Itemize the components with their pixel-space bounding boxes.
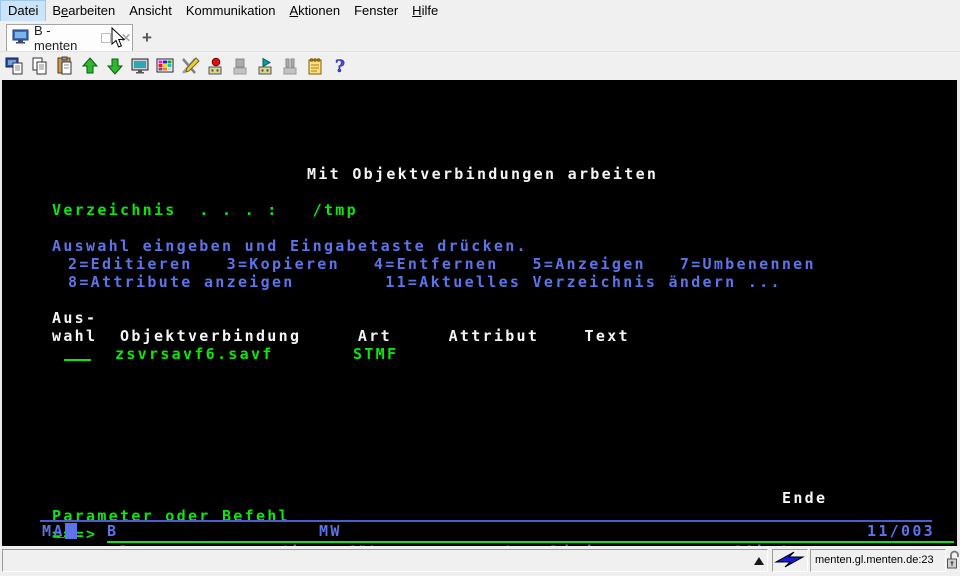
screen-title: Mit Objektverbindungen arbeiten: [307, 166, 658, 182]
display-session-icon: [130, 56, 150, 76]
emulator-window: Datei Bearbeiten Ansicht Kommunikation A…: [0, 0, 960, 576]
keyboard-mapping-button[interactable]: [177, 54, 202, 78]
statusbar: menten.gl.menten.de:23: [0, 546, 960, 576]
host-address-panel: menten.gl.menten.de:23: [810, 549, 946, 572]
connection-status-panel: [772, 549, 808, 572]
paste-button[interactable]: [52, 54, 77, 78]
oia-system-indicator: MA: [42, 523, 65, 539]
stop-macro-icon: [230, 56, 250, 76]
new-tab-button[interactable]: +: [136, 27, 158, 49]
tabbar: B - menten ✕ +: [0, 21, 960, 51]
color-mapping-icon: [155, 56, 175, 76]
mouse-cursor: [111, 27, 126, 54]
stop-macro-button[interactable]: [227, 54, 252, 78]
display-session-button[interactable]: [127, 54, 152, 78]
instruction-line: Auswahl eingeben und Eingabetaste drücke…: [52, 238, 528, 254]
copy-button[interactable]: [27, 54, 52, 78]
svg-text:?: ?: [335, 57, 345, 76]
record-macro-icon: [205, 56, 225, 76]
directory-line: Verzeichnis . . . : /tmp: [52, 202, 358, 218]
menu-hilfe[interactable]: Hilfe: [405, 1, 445, 21]
terminal-screen[interactable]: Mit Objektverbindungen arbeiten Verzeich…: [0, 80, 960, 546]
copy-screen-button[interactable]: [2, 54, 27, 78]
session-monitor-icon: [12, 29, 29, 47]
paste-icon: [55, 56, 75, 76]
options-line-2: 8=Attribute anzeigen 11=Aktuelles Verzei…: [68, 274, 782, 290]
host-address: menten.gl.menten.de:23: [815, 554, 934, 566]
copy-icon: [30, 56, 50, 76]
message-expand-triangle[interactable]: [754, 557, 764, 565]
scratch-pad-button[interactable]: [302, 54, 327, 78]
selection-input[interactable]: [64, 359, 91, 361]
menu-datei[interactable]: Datei: [1, 1, 45, 21]
receive-file-button[interactable]: [102, 54, 127, 78]
object-link-row: zsvrsavf6.savf STMF: [115, 346, 398, 362]
record-macro-button[interactable]: [202, 54, 227, 78]
security-unlocked-icon[interactable]: [946, 549, 960, 576]
help-icon: ?: [330, 56, 350, 76]
oia-session-id: B: [107, 523, 118, 539]
play-macro-icon: [255, 56, 275, 76]
session-tab-label: B - menten: [34, 23, 92, 53]
options-line-1: 2=Editieren 3=Kopieren 4=Entfernen 5=Anz…: [68, 256, 816, 272]
menu-kommunikation[interactable]: Kommunikation: [179, 1, 283, 21]
receive-file-icon: [105, 56, 125, 76]
menu-aktionen[interactable]: Aktionen: [283, 1, 348, 21]
menubar: Datei Bearbeiten Ansicht Kommunikation A…: [0, 0, 960, 21]
play-macro-button[interactable]: [252, 54, 277, 78]
connection-icon: [774, 551, 806, 570]
oia-separator: [40, 520, 932, 522]
keyboard-mapping-icon: [180, 56, 200, 76]
column-header-1: Aus-: [52, 310, 97, 326]
oia-message-wait: MW: [319, 523, 342, 539]
send-file-button[interactable]: [77, 54, 102, 78]
pause-macro-icon: [280, 56, 300, 76]
column-header-2: wahl Objektverbindung Art Attribut Text: [52, 328, 630, 344]
menu-bearbeiten[interactable]: Bearbeiten: [45, 1, 122, 21]
scratch-pad-icon: [305, 56, 325, 76]
copy-screen-icon: [5, 56, 25, 76]
toolbar: ?: [0, 51, 960, 80]
help-button[interactable]: ?: [327, 54, 352, 78]
send-file-icon: [80, 56, 100, 76]
menu-fenster[interactable]: Fenster: [347, 1, 405, 21]
status-message-area: [2, 549, 768, 572]
pause-macro-button[interactable]: [277, 54, 302, 78]
end-marker: Ende: [782, 490, 827, 506]
menu-ansicht[interactable]: Ansicht: [122, 1, 179, 21]
color-mapping-button[interactable]: [152, 54, 177, 78]
oia-cursor-block: [65, 523, 77, 539]
oia-cursor-position: 11/003: [867, 523, 935, 539]
